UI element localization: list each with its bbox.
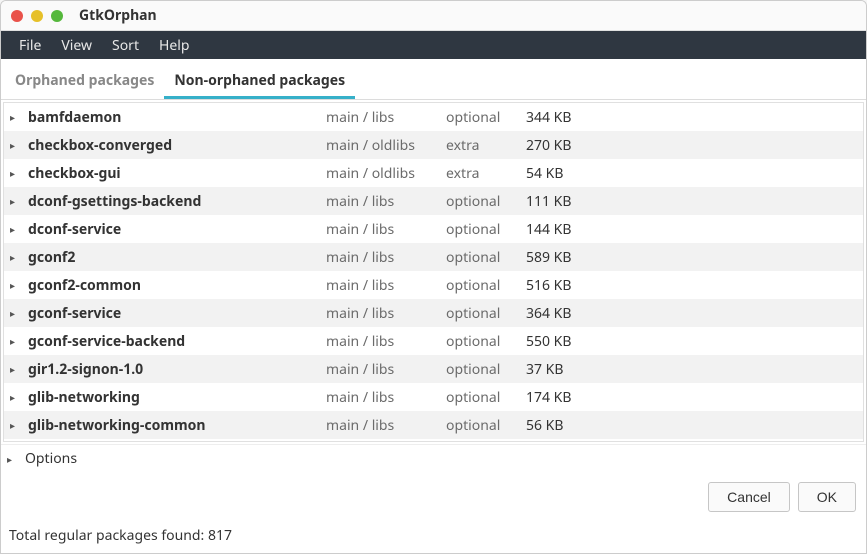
menu-view[interactable]: View <box>51 32 102 59</box>
chevron-right-icon[interactable]: ▸ <box>10 110 26 124</box>
chevron-right-icon[interactable]: ▸ <box>10 334 26 348</box>
chevron-right-icon[interactable]: ▸ <box>10 418 26 432</box>
table-row[interactable]: ▸checkbox-convergedmain / oldlibsextra27… <box>4 131 863 159</box>
package-section: main / libs <box>326 108 446 127</box>
package-name: gconf2 <box>26 248 326 267</box>
package-priority: optional <box>446 108 526 127</box>
package-section: main / libs <box>326 388 446 407</box>
table-row[interactable]: ▸bamfdaemonmain / libsoptional344 KB <box>4 103 863 131</box>
package-priority: optional <box>446 388 526 407</box>
chevron-right-icon[interactable]: ▸ <box>10 194 26 208</box>
table-row[interactable]: ▸glib-networkingmain / libsoptional174 K… <box>4 383 863 411</box>
package-section: main / libs <box>326 332 446 351</box>
menu-file[interactable]: File <box>9 32 51 59</box>
package-table[interactable]: ▸bamfdaemonmain / libsoptional344 KB▸che… <box>3 102 864 442</box>
package-priority: optional <box>446 360 526 379</box>
chevron-right-icon[interactable]: ▸ <box>10 306 26 320</box>
package-section: main / libs <box>326 360 446 379</box>
table-row[interactable]: ▸dconf-servicemain / libsoptional144 KB <box>4 215 863 243</box>
table-row[interactable]: ▸dconf-gsettings-backendmain / libsoptio… <box>4 187 863 215</box>
tab-non-orphaned[interactable]: Non-orphaned packages <box>164 65 355 99</box>
cancel-button[interactable]: Cancel <box>708 482 790 512</box>
package-section: main / libs <box>326 304 446 323</box>
package-name: glib-networking <box>26 388 326 407</box>
ok-button[interactable]: OK <box>798 482 856 512</box>
window-controls <box>11 10 63 22</box>
chevron-right-icon[interactable]: ▸ <box>10 222 26 236</box>
menubar: File View Sort Help <box>1 31 866 59</box>
content-area: ▸bamfdaemonmain / libsoptional344 KB▸che… <box>1 100 866 472</box>
package-section: main / libs <box>326 220 446 239</box>
package-name: checkbox-converged <box>26 136 326 155</box>
minimize-icon[interactable] <box>31 10 43 22</box>
package-section: main / oldlibs <box>326 164 446 183</box>
package-priority: optional <box>446 416 526 435</box>
package-section: main / libs <box>326 192 446 211</box>
table-row[interactable]: ▸gir1.2-signon-1.0main / libsoptional37 … <box>4 355 863 383</box>
package-name: bamfdaemon <box>26 108 326 127</box>
package-size: 174 KB <box>526 388 626 407</box>
tabbar: Orphaned packages Non-orphaned packages <box>1 59 866 100</box>
package-name: dconf-service <box>26 220 326 239</box>
package-size: 56 KB <box>526 416 626 435</box>
status-bar: Total regular packages found: 817 <box>1 522 866 553</box>
package-priority: extra <box>446 136 526 155</box>
package-section: main / libs <box>326 276 446 295</box>
package-size: 37 KB <box>526 360 626 379</box>
package-section: main / oldlibs <box>326 136 446 155</box>
window-title: GtkOrphan <box>79 6 157 25</box>
package-size: 144 KB <box>526 220 626 239</box>
chevron-right-icon[interactable]: ▸ <box>10 390 26 404</box>
package-priority: optional <box>446 192 526 211</box>
package-name: gconf-service-backend <box>26 332 326 351</box>
package-size: 550 KB <box>526 332 626 351</box>
package-name: gconf-service <box>26 304 326 323</box>
package-priority: extra <box>446 164 526 183</box>
button-bar: Cancel OK <box>1 472 866 522</box>
titlebar: GtkOrphan <box>1 1 866 31</box>
package-size: 589 KB <box>526 248 626 267</box>
package-priority: optional <box>446 276 526 295</box>
table-row[interactable]: ▸glib-networking-servicesmain / libsopti… <box>4 439 863 442</box>
package-priority: optional <box>446 220 526 239</box>
package-priority: optional <box>446 248 526 267</box>
package-name: checkbox-gui <box>26 164 326 183</box>
close-icon[interactable] <box>11 10 23 22</box>
package-size: 270 KB <box>526 136 626 155</box>
package-name: glib-networking-common <box>26 416 326 435</box>
chevron-right-icon[interactable]: ▸ <box>10 138 26 152</box>
package-priority: optional <box>446 332 526 351</box>
menu-sort[interactable]: Sort <box>102 32 149 59</box>
table-row[interactable]: ▸checkbox-guimain / oldlibsextra54 KB <box>4 159 863 187</box>
table-row[interactable]: ▸gconf-servicemain / libsoptional364 KB <box>4 299 863 327</box>
package-section: main / libs <box>326 416 446 435</box>
table-row[interactable]: ▸gconf2main / libsoptional589 KB <box>4 243 863 271</box>
options-expander[interactable]: ▸ Options <box>1 444 866 472</box>
chevron-right-icon[interactable]: ▸ <box>10 166 26 180</box>
package-size: 54 KB <box>526 164 626 183</box>
chevron-right-icon[interactable]: ▸ <box>10 278 26 292</box>
chevron-right-icon[interactable]: ▸ <box>10 250 26 264</box>
package-size: 111 KB <box>526 192 626 211</box>
maximize-icon[interactable] <box>51 10 63 22</box>
package-name: gir1.2-signon-1.0 <box>26 360 326 379</box>
main-window: GtkOrphan File View Sort Help Orphaned p… <box>0 0 867 554</box>
package-priority: optional <box>446 304 526 323</box>
chevron-right-icon: ▸ <box>7 452 23 466</box>
menu-help[interactable]: Help <box>149 32 200 59</box>
table-row[interactable]: ▸glib-networking-commonmain / libsoption… <box>4 411 863 439</box>
tab-orphaned[interactable]: Orphaned packages <box>5 65 164 99</box>
package-name: dconf-gsettings-backend <box>26 192 326 211</box>
table-row[interactable]: ▸gconf2-commonmain / libsoptional516 KB <box>4 271 863 299</box>
package-size: 344 KB <box>526 108 626 127</box>
package-size: 364 KB <box>526 304 626 323</box>
table-row[interactable]: ▸gconf-service-backendmain / libsoptiona… <box>4 327 863 355</box>
package-name: gconf2-common <box>26 276 326 295</box>
chevron-right-icon[interactable]: ▸ <box>10 362 26 376</box>
package-section: main / libs <box>326 248 446 267</box>
package-size: 516 KB <box>526 276 626 295</box>
options-label: Options <box>23 449 77 468</box>
